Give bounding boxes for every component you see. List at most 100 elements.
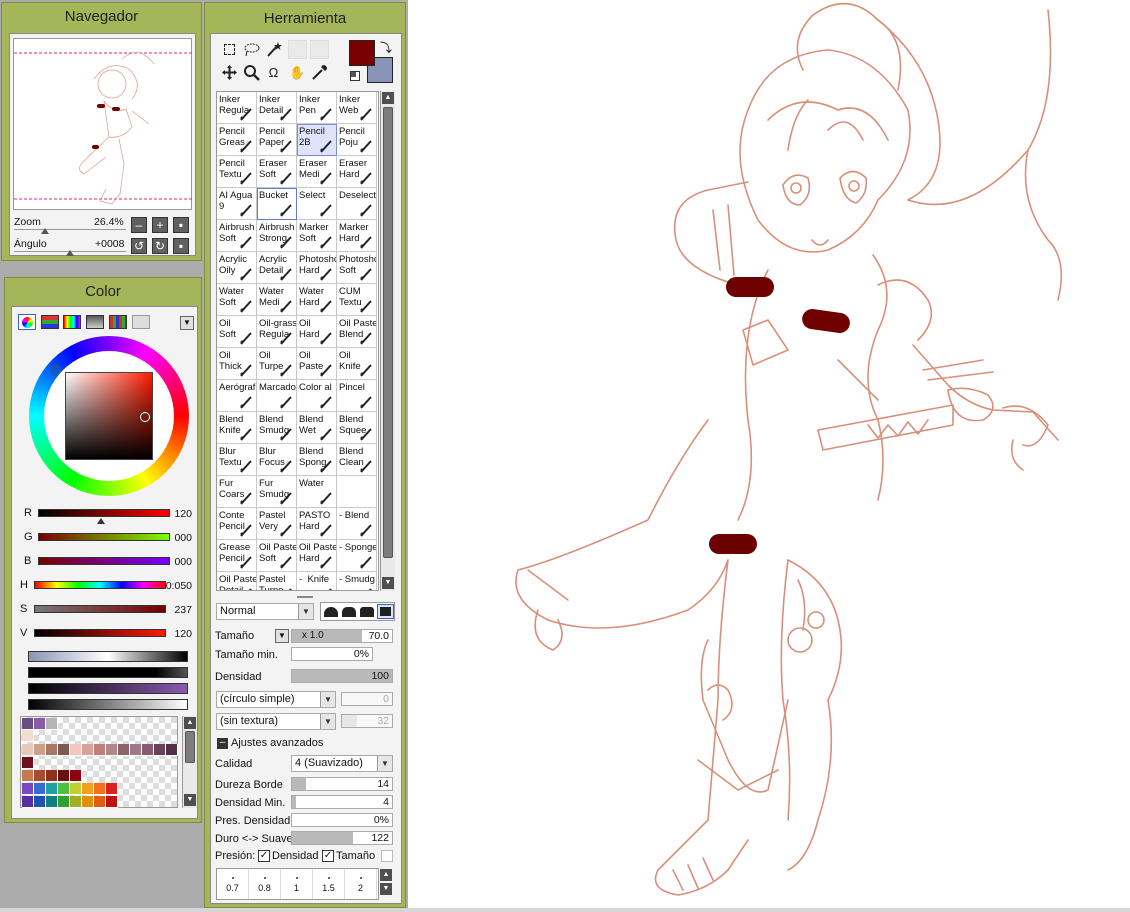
hand-icon[interactable]: ✋: [288, 63, 307, 82]
r-slider-thumb[interactable]: [97, 518, 105, 524]
brush-tool-item[interactable]: Pastel Turpe: [257, 572, 297, 590]
canvas-horizontal-scrollbar[interactable]: [0, 908, 1130, 912]
zoom-in-button[interactable]: +: [152, 217, 168, 233]
brush-tool-item[interactable]: Water Medi: [257, 284, 297, 316]
brush-shape-selector[interactable]: [320, 602, 395, 621]
hue-marker[interactable]: [51, 365, 61, 375]
brush-tool-item[interactable]: Pencil Textu: [217, 156, 257, 188]
eyedropper-icon[interactable]: [310, 63, 329, 82]
brush-tool-item[interactable]: Oil Turpe: [257, 348, 297, 380]
brush-tool-item[interactable]: Blend Knife: [217, 412, 257, 444]
brush-tool-item[interactable]: Eraser Medi: [297, 156, 337, 188]
move-icon[interactable]: [220, 63, 239, 82]
brush-tool-item[interactable]: Blur Focus: [257, 444, 297, 476]
brush-tool-item[interactable]: Oil Paste Soft: [257, 540, 297, 572]
brush-grid-resize-handle[interactable]: [297, 596, 313, 598]
brush-tool-item[interactable]: [337, 476, 377, 508]
hard-soft-bar[interactable]: 122: [291, 831, 393, 845]
size-preset-item[interactable]: 1: [281, 869, 313, 899]
shape-strength-field[interactable]: 0: [341, 692, 393, 706]
brush-tool-item[interactable]: Blend Squee: [337, 412, 377, 444]
brush-tool-item[interactable]: Water Hard: [297, 284, 337, 316]
brush-shape-semi-icon[interactable]: [342, 607, 356, 617]
mix-bar-4[interactable]: [28, 699, 188, 710]
swap-colors-icon[interactable]: ⤵: [380, 39, 392, 56]
texture-select[interactable]: (sin textura) ▼: [216, 713, 336, 730]
brush-tool-item[interactable]: Color al: [297, 380, 337, 412]
brush-tool-item[interactable]: Pencil Poju: [337, 124, 377, 156]
magic-wand-icon[interactable]: [264, 40, 283, 59]
brush-shape-flat-icon[interactable]: [360, 607, 374, 617]
brush-tool-item[interactable]: Bucket: [257, 188, 297, 220]
brush-tool-item[interactable]: Grease Pencil: [217, 540, 257, 572]
color-wheel-mode-icon[interactable]: [18, 314, 36, 330]
navigator-preview[interactable]: [13, 38, 193, 210]
primary-color-chip[interactable]: [349, 40, 375, 66]
swatch-scroll-up-icon[interactable]: ▲: [184, 717, 196, 729]
brush-tool-item[interactable]: Oil Hard: [297, 316, 337, 348]
size-preset-item[interactable]: 0.7: [217, 869, 249, 899]
brush-tool-item[interactable]: Pencil 2B: [297, 124, 337, 156]
advanced-settings-label[interactable]: Ajustes avanzados: [231, 737, 323, 749]
brush-tool-item[interactable]: Acrylic Oily: [217, 252, 257, 284]
brush-tool-item[interactable]: Blend Spong: [297, 444, 337, 476]
brush-shape-square-icon[interactable]: [377, 604, 394, 619]
brush-tool-item[interactable]: - Sponge: [337, 540, 377, 572]
rotate-left-button[interactable]: ↺: [131, 238, 147, 254]
brush-tool-item[interactable]: Inker Pen: [297, 92, 337, 124]
brush-tool-item[interactable]: Oil Knife: [337, 348, 377, 380]
blend-mode-select[interactable]: Normal ▼: [216, 603, 314, 620]
brush-tool-item[interactable]: Pencil Greas: [217, 124, 257, 156]
brush-tool-item[interactable]: Aerógraf: [217, 380, 257, 412]
rotate-icon[interactable]: Ω: [264, 63, 283, 82]
texture-strength-bar[interactable]: 32: [341, 714, 393, 728]
density-bar[interactable]: 100: [291, 669, 393, 683]
swatch-scroll-thumb[interactable]: [185, 731, 195, 763]
brush-tool-item[interactable]: Airbrush Soft: [217, 220, 257, 252]
pressure-density-checkbox[interactable]: ✓: [258, 850, 270, 862]
brush-tool-item[interactable]: Eraser Hard: [337, 156, 377, 188]
brush-tool-item[interactable]: Water Soft: [217, 284, 257, 316]
rect-select-icon[interactable]: [220, 40, 239, 59]
brush-tool-item[interactable]: Conte Pencil: [217, 508, 257, 540]
swatch-scroll-down-icon[interactable]: ▼: [184, 794, 196, 806]
presets-scroll-up-icon[interactable]: ▲: [380, 869, 392, 881]
swatch-scrollbar[interactable]: ▲ ▼: [182, 716, 197, 808]
quality-select[interactable]: 4 (Suavizado) ▼: [291, 755, 393, 772]
brush-tool-item[interactable]: Fur Smudg: [257, 476, 297, 508]
brush-shape-round-icon[interactable]: [324, 607, 338, 617]
brush-tool-item[interactable]: Oil Paste Hard: [297, 540, 337, 572]
brush-tool-item[interactable]: Deselect: [337, 188, 377, 220]
brush-shape-select[interactable]: (círculo simple) ▼: [216, 691, 336, 708]
brush-tool-item[interactable]: Pencil Paper: [257, 124, 297, 156]
size-preset-item[interactable]: 0.8: [249, 869, 281, 899]
swatch-grid[interactable]: [20, 716, 178, 808]
brush-tool-item[interactable]: Oil-grass Regula: [257, 316, 297, 348]
h-slider[interactable]: [34, 581, 166, 589]
brush-scroll-up-icon[interactable]: ▲: [382, 92, 394, 104]
size-range-button[interactable]: ▼: [275, 629, 289, 643]
brush-tool-item[interactable]: Marker Hard: [337, 220, 377, 252]
brush-tool-item[interactable]: Photosho Hard: [297, 252, 337, 284]
brush-tool-item[interactable]: Blend Smudg: [257, 412, 297, 444]
reset-colors-icon[interactable]: [350, 71, 360, 81]
brush-tool-item[interactable]: Inker Regula: [217, 92, 257, 124]
zoom-slider[interactable]: [14, 229, 126, 230]
brush-tool-item[interactable]: Oil Paste Detail: [217, 572, 257, 590]
s-slider[interactable]: [34, 605, 166, 613]
mix-bar-3[interactable]: [28, 683, 188, 694]
sv-marker[interactable]: [140, 412, 150, 422]
brush-tool-item[interactable]: Select: [297, 188, 337, 220]
v-slider[interactable]: [34, 629, 166, 637]
hsv-slider-mode-icon[interactable]: [63, 315, 81, 329]
brush-scrollbar[interactable]: ▲ ▼: [380, 91, 395, 591]
brush-tool-item[interactable]: Inker Web: [337, 92, 377, 124]
r-slider[interactable]: [38, 509, 170, 517]
brush-tool-item[interactable]: - Blend: [337, 508, 377, 540]
angle-slider-thumb[interactable]: [66, 250, 74, 256]
pressure-size-checkbox[interactable]: ✓: [322, 850, 334, 862]
brush-tool-item[interactable]: Pincel: [337, 380, 377, 412]
brush-scroll-thumb[interactable]: [383, 107, 393, 558]
brush-tool-item[interactable]: Marker Soft: [297, 220, 337, 252]
scratchpad-mode-icon[interactable]: [132, 315, 150, 329]
